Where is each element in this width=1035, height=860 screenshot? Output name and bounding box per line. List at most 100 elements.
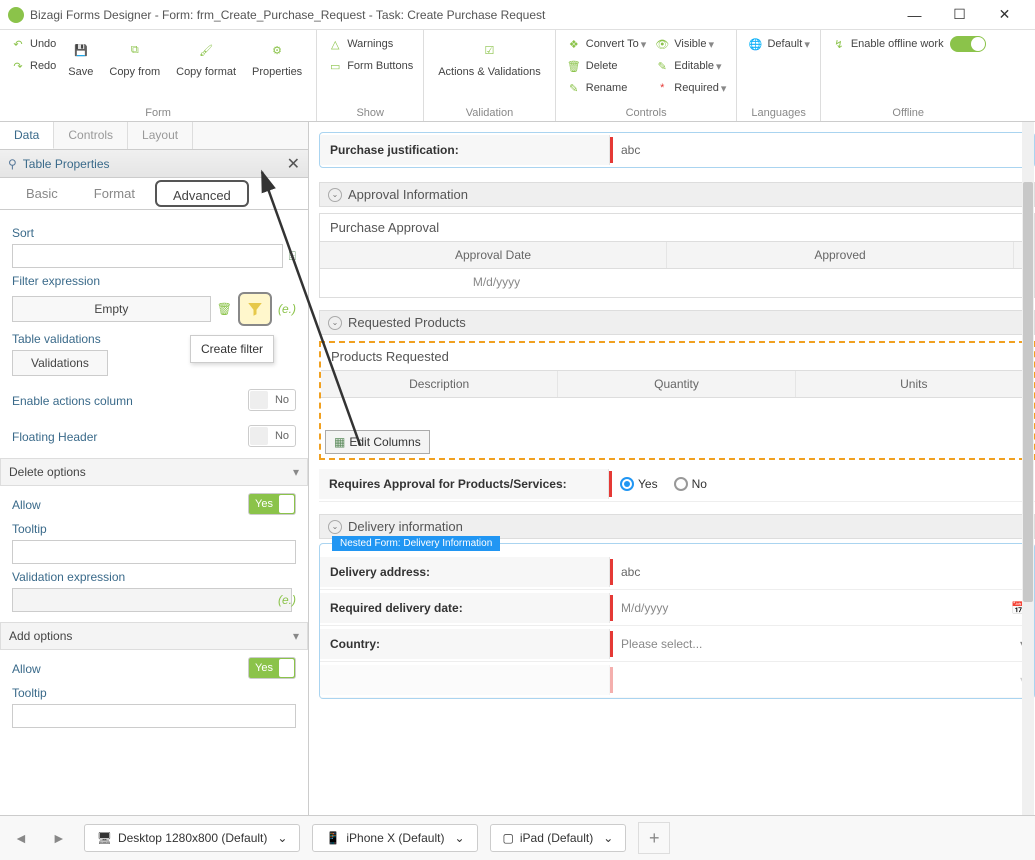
chevron-down-icon: ⌄ xyxy=(454,831,464,845)
radio-yes[interactable]: Yes xyxy=(620,477,658,491)
save-icon: 💾 xyxy=(69,38,93,62)
delete-allow-toggle[interactable]: Yes xyxy=(248,493,296,515)
sort-picker-icon[interactable]: ⌸ xyxy=(289,249,296,264)
products-requested-title: Products Requested xyxy=(321,343,1033,370)
tab-controls[interactable]: Controls xyxy=(54,122,128,149)
rename-button[interactable]: ✎Rename xyxy=(562,78,651,98)
panel-close-button[interactable]: ✕ xyxy=(287,154,300,174)
funnel-icon xyxy=(246,300,264,318)
switch-icon xyxy=(950,36,986,52)
tablet-icon: ▢ xyxy=(503,831,514,845)
redo-button[interactable]: ↷Redo xyxy=(6,56,60,76)
validation-expr-input[interactable] xyxy=(12,588,292,612)
col-quantity: Quantity xyxy=(558,371,795,397)
enable-actions-label: Enable actions column xyxy=(12,394,248,408)
group-offline: Offline xyxy=(827,105,990,119)
col-description: Description xyxy=(321,371,558,397)
validation-expr-label: Validation expression xyxy=(12,570,296,584)
radio-no[interactable]: No xyxy=(674,477,707,491)
floating-header-toggle[interactable]: No xyxy=(248,425,296,447)
filter-create-button[interactable] xyxy=(238,292,272,326)
create-filter-tooltip: Create filter xyxy=(190,335,274,363)
subtab-basic[interactable]: Basic xyxy=(8,178,76,209)
required-button[interactable]: *Required▾ xyxy=(650,78,730,98)
purchase-justification-value[interactable]: abc xyxy=(610,137,1034,163)
form-buttons-button[interactable]: ▭Form Buttons xyxy=(323,56,417,76)
add-allow-label: Allow xyxy=(12,662,248,676)
subtab-advanced[interactable]: Advanced xyxy=(155,180,249,207)
chevron-down-icon: ⌄ xyxy=(328,520,342,534)
filter-empty-button[interactable]: Empty xyxy=(12,296,211,322)
globe-icon: 🌐 xyxy=(747,36,763,52)
bottom-bar: ◄ ► 🖥 Desktop 1280x800 (Default) ⌄ 📱 iPh… xyxy=(0,815,1035,860)
undo-icon: ↶ xyxy=(10,36,26,52)
nav-prev-button[interactable]: ◄ xyxy=(8,826,34,850)
nav-next-button[interactable]: ► xyxy=(46,826,72,850)
edit-columns-button[interactable]: ▦ Edit Columns xyxy=(325,430,430,454)
delete-allow-label: Allow xyxy=(12,498,248,512)
check-icon: ☑ xyxy=(477,38,501,62)
add-options-header[interactable]: Add options▾ xyxy=(0,622,308,650)
actions-validations-button[interactable]: ☑Actions & Validations xyxy=(430,34,549,82)
properties-button[interactable]: ⚙Properties xyxy=(244,34,310,82)
chevron-down-icon: ⌄ xyxy=(277,831,287,845)
products-requested-table[interactable]: Products Requested Description Quantity … xyxy=(319,341,1035,460)
asterisk-icon: * xyxy=(654,80,670,96)
desktop-icon: 🖥 xyxy=(97,831,112,845)
convert-to-button[interactable]: ❖Convert To▾ xyxy=(562,34,651,54)
form-canvas: Purchase justification: abc ⌄Approval In… xyxy=(309,122,1035,815)
validations-button[interactable]: Validations xyxy=(12,350,108,376)
filter-trash-icon[interactable]: 🗑 xyxy=(217,302,232,316)
copy-from-button[interactable]: ⧉Copy from xyxy=(101,34,168,82)
add-tooltip-label: Tooltip xyxy=(12,686,296,700)
add-tooltip-input[interactable] xyxy=(12,704,296,728)
group-form: Form xyxy=(6,105,310,119)
close-window-button[interactable]: ✕ xyxy=(982,0,1027,30)
sort-input[interactable] xyxy=(12,244,283,268)
add-device-button[interactable]: + xyxy=(638,822,670,854)
wand-icon: ❖ xyxy=(566,36,582,52)
delete-tooltip-input[interactable] xyxy=(12,540,296,564)
pin-icon: ⚲ xyxy=(8,157,17,171)
undo-button[interactable]: ↶Undo xyxy=(6,34,60,54)
window-title: Bizagi Forms Designer - Form: frm_Create… xyxy=(30,8,545,22)
tab-layout[interactable]: Layout xyxy=(128,122,193,149)
minimize-button[interactable]: — xyxy=(892,0,937,30)
approval-info-header[interactable]: ⌄Approval Information xyxy=(319,182,1035,207)
copy-format-button[interactable]: 🖌Copy format xyxy=(168,34,244,82)
tab-data[interactable]: Data xyxy=(0,122,54,149)
requires-approval-label: Requires Approval for Products/Services: xyxy=(319,469,609,499)
left-panel: Data Controls Layout ⚲ Table Properties … xyxy=(0,122,309,815)
eye-icon: 👁 xyxy=(654,36,670,52)
delete-button[interactable]: 🗑Delete xyxy=(562,56,651,76)
country-select[interactable]: Please select...▾ xyxy=(610,631,1034,657)
warnings-button[interactable]: △Warnings xyxy=(323,34,417,54)
visible-button[interactable]: 👁Visible▾ xyxy=(650,34,730,54)
save-button[interactable]: 💾Save xyxy=(60,34,101,82)
device-desktop-tab[interactable]: 🖥 Desktop 1280x800 (Default) ⌄ xyxy=(84,824,301,852)
rename-icon: ✎ xyxy=(566,80,582,96)
validation-expr-icon[interactable]: (e.) xyxy=(278,593,296,607)
properties-body: Sort ⌸ Filter expression Empty 🗑 (e.) Cr… xyxy=(0,210,308,815)
language-default-button[interactable]: 🌐Default▾ xyxy=(743,34,813,54)
editable-button[interactable]: ✎Editable▾ xyxy=(650,56,730,76)
requested-products-header[interactable]: ⌄Requested Products xyxy=(319,310,1035,335)
canvas-scrollbar[interactable] xyxy=(1022,122,1034,815)
group-show: Show xyxy=(323,105,417,119)
maximize-button[interactable]: ☐ xyxy=(937,0,982,30)
trash-icon: 🗑 xyxy=(566,58,582,74)
gear-icon: ⚙ xyxy=(265,38,289,62)
subtab-format[interactable]: Format xyxy=(76,178,153,209)
enable-offline-toggle[interactable]: ↯Enable offline work xyxy=(827,34,990,54)
required-delivery-date-field[interactable]: M/d/yyyy📅 xyxy=(610,595,1034,621)
delivery-address-value[interactable]: abc xyxy=(610,559,1034,585)
device-ipad-tab[interactable]: ▢ iPad (Default) ⌄ xyxy=(490,824,627,852)
approval-date-cell[interactable]: M/d/yyyy xyxy=(320,269,673,297)
device-iphone-tab[interactable]: 📱 iPhone X (Default) ⌄ xyxy=(312,824,477,852)
filter-expr-icon[interactable]: (e.) xyxy=(278,302,296,316)
group-controls: Controls xyxy=(562,105,731,119)
enable-actions-toggle[interactable]: No xyxy=(248,389,296,411)
delete-options-header[interactable]: Delete options▾ xyxy=(0,458,308,486)
add-allow-toggle[interactable]: Yes xyxy=(248,657,296,679)
redo-icon: ↷ xyxy=(10,58,26,74)
